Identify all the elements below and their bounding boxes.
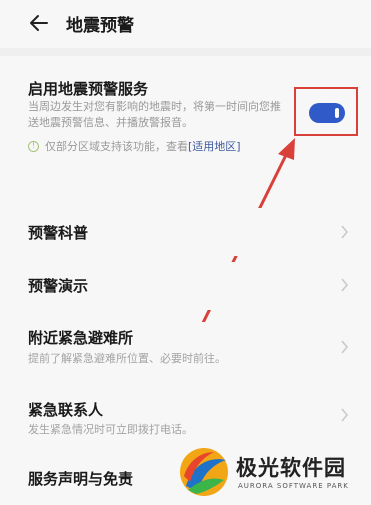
menu-item-subtitle: 提前了解紧急避难所位置、必要时前往。 <box>28 352 226 365</box>
watermark-logo: 极光软件园 AURORA SOFTWARE PARK <box>176 444 366 500</box>
menu-item-label: 紧急联系人 <box>28 401 104 419</box>
back-arrow-icon[interactable] <box>28 12 50 34</box>
annotation-highlight-box <box>294 87 358 136</box>
menu-item-subtitle: 发生紧急情况时可立即拨打电话。 <box>28 423 193 436</box>
menu-item-nearby-shelter[interactable]: 附近紧急避难所 提前了解紧急避难所位置、必要时前往。 <box>0 322 371 372</box>
watermark-name: 极光软件园 <box>236 456 346 480</box>
page-title: 地震预警 <box>66 16 134 36</box>
menu-item-label: 预警演示 <box>28 277 89 295</box>
tip-text: 仅部分区域支持该功能，查看 <box>45 140 188 153</box>
info-icon: ! <box>28 140 39 152</box>
aurora-logo-icon <box>180 448 228 496</box>
app-header: 地震预警 <box>0 0 371 48</box>
menu-item-label: 预警科普 <box>28 224 89 242</box>
chevron-right-icon <box>341 225 348 239</box>
menu-item-label: 服务声明与免责 <box>28 470 134 488</box>
chevron-right-icon <box>341 340 348 354</box>
menu-item-warning-demo[interactable]: 预警演示 <box>0 262 371 310</box>
region-tip: ! 仅部分区域支持该功能，查看 [适用地区] <box>28 139 241 153</box>
menu-item-label: 附近紧急避难所 <box>28 329 134 347</box>
service-description: 当周边发生对您有影响的地震时，将第一时间向您推送地震预警信息、并播放警报音。 <box>28 100 281 129</box>
section-divider <box>0 48 371 56</box>
supported-regions-link[interactable]: [适用地区] <box>188 138 241 154</box>
service-title: 启用地震预警服务 <box>28 80 149 98</box>
menu-item-emergency-contact[interactable]: 紧急联系人 发生紧急情况时可立即拨打电话。 <box>0 396 371 442</box>
watermark-name-en: AURORA SOFTWARE PARK <box>238 482 349 490</box>
chevron-right-icon <box>341 278 348 292</box>
menu-item-warning-science[interactable]: 预警科普 <box>0 208 371 256</box>
chevron-right-icon <box>341 408 348 422</box>
